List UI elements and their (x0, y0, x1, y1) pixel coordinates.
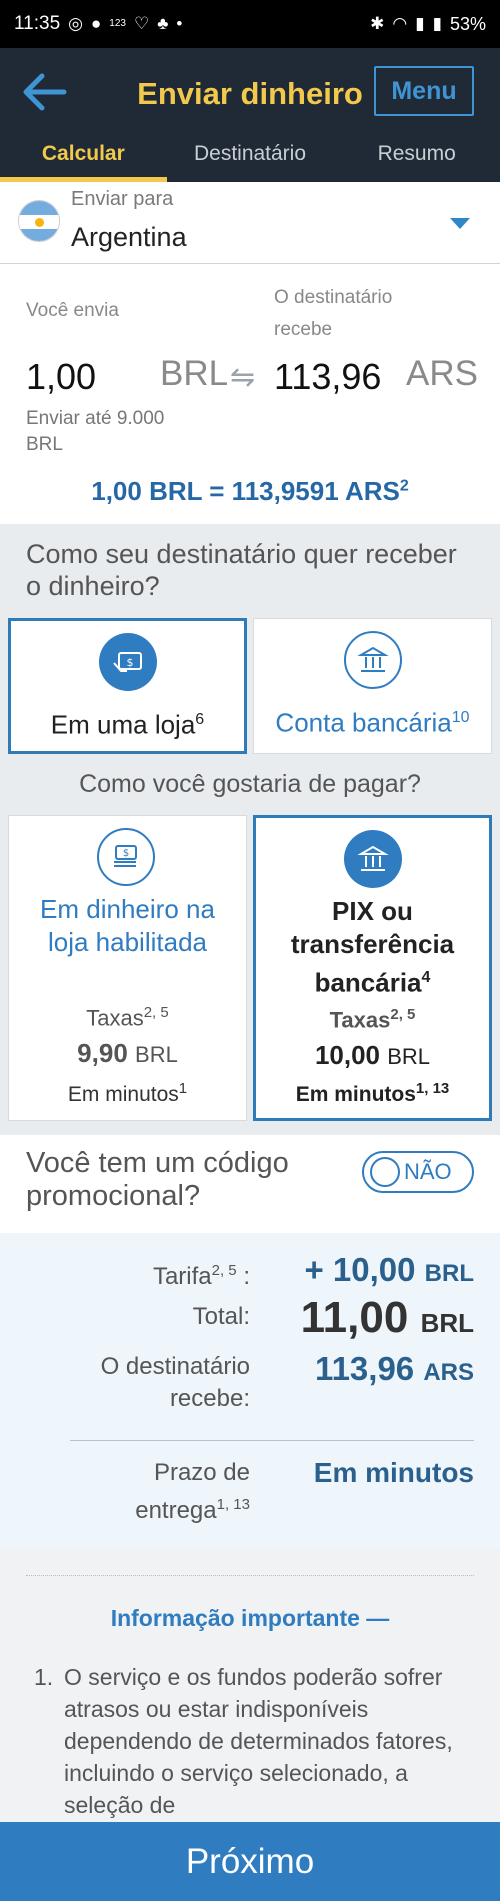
send-label: Você envia (26, 300, 119, 321)
country-value: Argentina (71, 222, 187, 252)
collapse-icon: — (366, 1605, 390, 1631)
send-amount-input[interactable]: 1,00 (26, 356, 96, 398)
promo-section: Você tem um código promocional? NÃO (0, 1135, 500, 1233)
receive-label: O destinatário recebe (274, 287, 393, 340)
pay-option-cash-fees-label: Taxas2, 5 (86, 1004, 169, 1031)
signal-2-icon: ▮ (432, 14, 442, 33)
pay-option-pix[interactable]: PIX ou transferência bancária4 Taxas2, 5… (253, 815, 492, 1121)
pay-option-pix-fees-label: Taxas2, 5 (329, 1006, 416, 1033)
svg-text:$: $ (123, 848, 129, 859)
summary-panel: Tarifa2, 5 : + 10,00 BRL Total: 11,00 BR… (0, 1233, 500, 1549)
pay-method-question: Como você gostaria de pagar? (79, 770, 421, 798)
receive-amount-input[interactable]: 113,96 (274, 356, 381, 398)
chevron-down-icon (450, 218, 470, 229)
send-currency: BRL (160, 354, 229, 393)
promo-toggle[interactable]: NÃO (362, 1151, 474, 1193)
pay-option-pix-time: Em minutos1, 13 (295, 1080, 450, 1106)
menu-button[interactable]: Menu (374, 66, 474, 116)
important-info: Informação importante — 1. O serviço e o… (0, 1549, 500, 1829)
receive-option-bank-label: Conta bancária10 (275, 707, 470, 738)
facebook-icon: ● (90, 14, 102, 33)
receive-option-store[interactable]: $ Em uma loja6 (8, 618, 247, 754)
heart-icon: ♡ (133, 14, 150, 33)
toggle-knob (370, 1157, 400, 1187)
tab-resumo[interactable]: Resumo (333, 132, 500, 182)
status-bar: 11:35 ◎ ● 123 ♡ ♣ • ✱ ◠ ▮ ▮ 53% (0, 0, 500, 48)
pay-option-pix-fee: 10,00 BRL (314, 1040, 431, 1070)
receives-value: 113,96 ARS (315, 1350, 474, 1387)
pay-option-cash-time: Em minutos1 (67, 1080, 188, 1106)
tab-destinatario[interactable]: Destinatário (167, 132, 334, 182)
next-button[interactable]: Próximo (0, 1822, 500, 1901)
signal-1-icon: ▮ (415, 14, 425, 33)
app-notification-icon: ♣ (157, 14, 169, 33)
total-label: Total: (192, 1303, 250, 1330)
hd-icon: 123 (109, 18, 126, 29)
tab-bar: Calcular Destinatário Resumo (0, 132, 500, 182)
receive-method-question: Como seu destinatário quer receber o din… (26, 539, 457, 601)
app-header: Enviar dinheiro Menu Calcular Destinatár… (0, 48, 500, 182)
whatsapp-icon: ◎ (68, 14, 83, 33)
dotted-divider (26, 1575, 474, 1576)
argentina-flag-icon (18, 200, 60, 242)
delivery-value: Em minutos (313, 1457, 474, 1488)
dot-icon: • (176, 14, 183, 33)
pay-option-cash[interactable]: $ Em dinheiro na loja habilitada Taxas2,… (8, 815, 247, 1121)
country-label: Enviar para (71, 188, 174, 210)
pay-option-pix-title: PIX ou transferência bancária4 (290, 896, 455, 998)
clock: 11:35 (14, 13, 61, 34)
tab-calcular[interactable]: Calcular (0, 132, 167, 182)
send-limit: Enviar até 9.000 BRL (26, 408, 165, 455)
tarifa-value: + 10,00 BRL (304, 1251, 474, 1288)
divider (70, 1440, 474, 1441)
country-select[interactable]: Enviar para Argentina (0, 182, 500, 264)
receive-option-store-label: Em uma loja6 (50, 709, 205, 740)
bank-icon (344, 830, 402, 888)
bank-icon (344, 631, 402, 689)
battery-level: 53% (449, 13, 486, 34)
bluetooth-icon: ✱ (370, 14, 385, 33)
exchange-rate: 1,00 BRL = 113,9591 ARS2 (91, 476, 409, 506)
promo-question: Você tem um código promocional? (26, 1147, 289, 1212)
receive-currency: ARS (406, 354, 478, 393)
exchange-arrows-icon: ⇋ (230, 361, 256, 394)
pay-option-cash-title: Em dinheiro na loja habilitada (40, 894, 215, 957)
receives-label: O destinatário recebe: (100, 1353, 250, 1412)
total-value: 11,00 BRL (300, 1293, 474, 1342)
info-item: 1. O serviço e os fundos poderão sofrer … (34, 1664, 453, 1818)
important-info-toggle[interactable]: Informação importante — (0, 1605, 500, 1632)
tarifa-label: Tarifa2, 5 : (152, 1262, 250, 1290)
cash-icon: $ (97, 828, 155, 886)
svg-text:$: $ (127, 656, 134, 669)
pay-option-cash-fee: 9,90 BRL (77, 1038, 178, 1068)
wifi-icon: ◠ (392, 14, 408, 33)
amount-calculator: Você envia O destinatário recebe 1,00 BR… (0, 264, 500, 524)
receive-option-bank[interactable]: Conta bancária10 (253, 618, 492, 754)
cash-pickup-icon: $ (99, 633, 157, 691)
delivery-label: Prazo de entrega1, 13 (135, 1459, 250, 1524)
promo-toggle-label: NÃO (404, 1159, 452, 1184)
